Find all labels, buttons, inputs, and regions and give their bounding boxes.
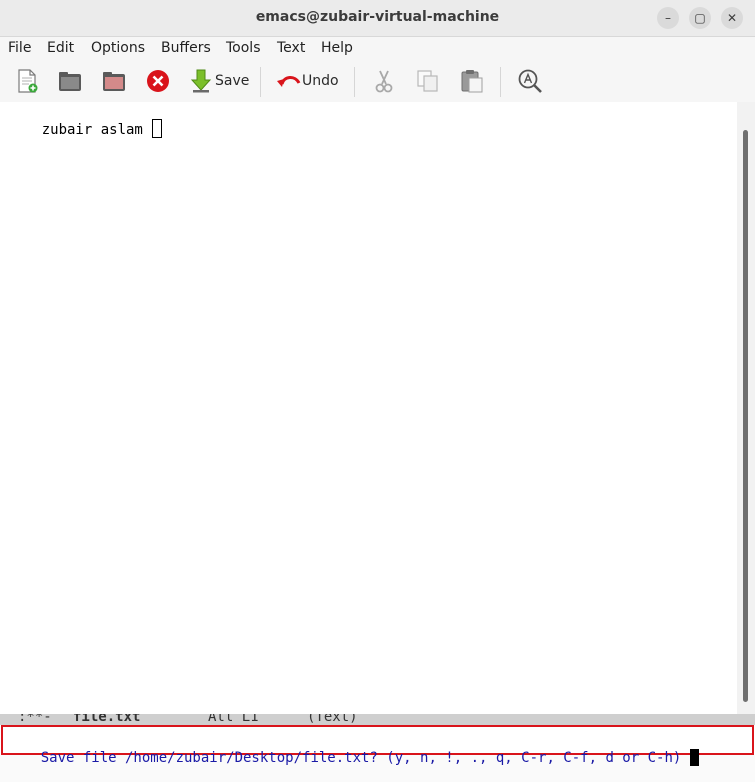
menu-help[interactable]: Help — [321, 40, 353, 56]
save-button[interactable]: Save — [190, 67, 249, 95]
minimize-icon: – — [665, 11, 671, 25]
save-prompt: Save file /home/zubair/Desktop/file.txt?… — [40, 750, 682, 766]
open-folder-icon — [59, 72, 81, 91]
mode-line: :**- file.txt All L1 (Text) — [0, 714, 755, 725]
new-file-icon — [18, 69, 38, 93]
scrollbar-thumb[interactable] — [743, 130, 748, 702]
close-icon: ✕ — [726, 11, 738, 25]
close-buffer-button[interactable] — [145, 67, 171, 95]
toolbar: Save Undo — [0, 61, 755, 103]
undo-button[interactable]: Undo — [276, 67, 339, 95]
window-title: emacs@zubair-virtual-machine — [255, 9, 500, 25]
maximize-icon: ▢ — [694, 11, 706, 25]
save-icon — [190, 69, 212, 93]
modeline-mode: (Text) — [307, 714, 358, 725]
menu-file[interactable]: File — [8, 40, 31, 56]
search-icon — [518, 69, 542, 93]
modeline-filename: file.txt — [73, 714, 141, 725]
cut-icon — [375, 70, 393, 93]
menu-bar: File Edit Options Buffers Tools Text Hel… — [0, 37, 755, 61]
vertical-scrollbar[interactable] — [737, 102, 755, 714]
save-label: Save — [215, 73, 250, 89]
search-button[interactable] — [517, 67, 543, 95]
maximize-button[interactable]: ▢ — [689, 7, 711, 29]
undo-icon — [277, 76, 301, 87]
new-file-button[interactable] — [14, 67, 40, 95]
menu-options[interactable]: Options — [91, 40, 145, 56]
undo-label: Undo — [302, 73, 339, 89]
open-directory-button[interactable] — [101, 67, 127, 95]
minibuffer[interactable]: Save file /home/zubair/Desktop/file.txt?… — [0, 725, 755, 766]
modeline-status: :**- — [18, 714, 52, 725]
close-buffer-icon — [147, 70, 169, 92]
editor-area[interactable]: zubair aslam — [0, 102, 737, 714]
minibuffer-line: Save file /home/zubair/Desktop/file.txt?… — [7, 733, 700, 782]
buffer-text-line: zubair aslam — [8, 103, 162, 154]
open-directory-icon — [103, 72, 125, 91]
menu-text[interactable]: Text — [277, 40, 305, 56]
minibuffer-cursor — [690, 749, 700, 766]
close-window-button[interactable]: ✕ — [721, 7, 743, 29]
toolbar-separator — [354, 67, 355, 97]
minimize-button[interactable]: – — [657, 7, 679, 29]
buffer-text: zubair aslam — [41, 122, 143, 138]
paste-button[interactable] — [459, 67, 485, 95]
cut-button[interactable] — [371, 67, 397, 95]
modeline-position: All L1 — [208, 714, 259, 725]
paste-icon — [461, 70, 483, 93]
open-file-button[interactable] — [57, 67, 83, 95]
title-bar: emacs@zubair-virtual-machine – ▢ ✕ — [0, 0, 755, 37]
text-cursor — [151, 119, 162, 138]
menu-tools[interactable]: Tools — [226, 40, 261, 56]
menu-edit[interactable]: Edit — [47, 40, 74, 56]
menu-buffers[interactable]: Buffers — [161, 40, 211, 56]
toolbar-separator — [500, 67, 501, 97]
copy-icon — [417, 70, 438, 92]
toolbar-separator — [260, 67, 261, 97]
copy-button[interactable] — [415, 67, 441, 95]
